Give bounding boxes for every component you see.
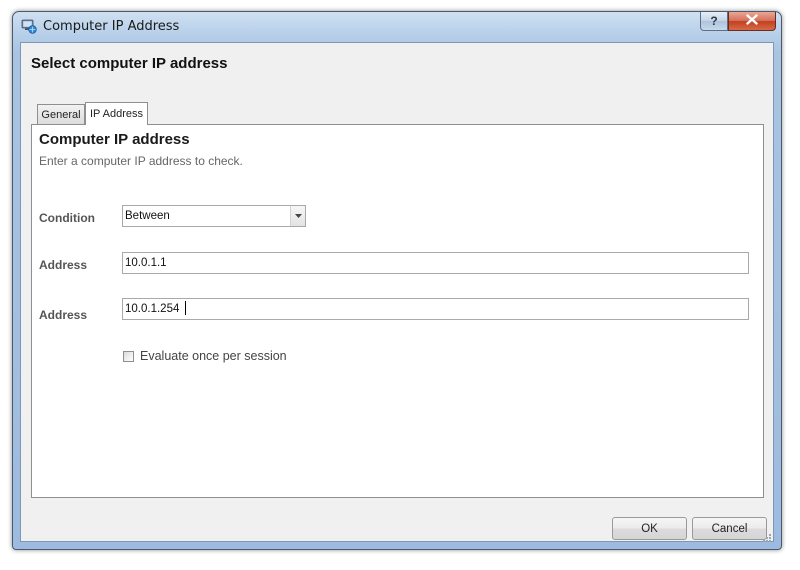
cancel-button-label: Cancel <box>711 522 748 535</box>
tab-ip-address[interactable]: IP Address <box>85 102 148 125</box>
evaluate-once-label: Evaluate once per session <box>140 349 287 363</box>
ok-button[interactable]: OK <box>612 517 687 540</box>
dialog-window: Computer IP Address ? Select computer IP… <box>12 11 782 550</box>
address-end-label: Address <box>39 308 88 322</box>
evaluate-once-option[interactable]: Evaluate once per session <box>123 348 287 364</box>
evaluate-once-checkbox[interactable] <box>123 350 134 362</box>
condition-label: Condition <box>39 211 95 225</box>
chevron-down-icon[interactable] <box>290 206 305 226</box>
close-icon <box>746 12 758 30</box>
address-end-input[interactable] <box>122 298 749 320</box>
computer-network-icon <box>21 18 37 34</box>
title-bar[interactable]: Computer IP Address ? <box>13 12 781 42</box>
ok-button-label: OK <box>641 522 658 535</box>
address-start-label: Address <box>39 258 88 272</box>
dialog-heading: Select computer IP address <box>31 55 228 72</box>
resize-grip-icon[interactable] <box>762 530 772 542</box>
ip-address-panel: Computer IP address Enter a computer IP … <box>31 124 764 498</box>
cancel-button[interactable]: Cancel <box>692 517 767 540</box>
tab-ip-address-label: IP Address <box>90 108 143 120</box>
window-title: Computer IP Address <box>43 19 180 34</box>
tab-general[interactable]: General <box>37 104 85 124</box>
tab-general-label: General <box>41 108 81 121</box>
panel-title: Computer IP address <box>39 131 190 148</box>
condition-value: Between <box>125 210 170 222</box>
panel-description: Enter a computer IP address to check. <box>39 154 243 168</box>
help-icon: ? <box>710 14 718 28</box>
condition-dropdown[interactable]: Between <box>122 205 306 227</box>
address-start-input[interactable] <box>122 252 749 274</box>
text-caret <box>185 301 186 315</box>
close-button[interactable] <box>728 12 776 31</box>
help-button[interactable]: ? <box>700 12 728 31</box>
dialog-client-area: Select computer IP address General IP Ad… <box>20 42 774 542</box>
